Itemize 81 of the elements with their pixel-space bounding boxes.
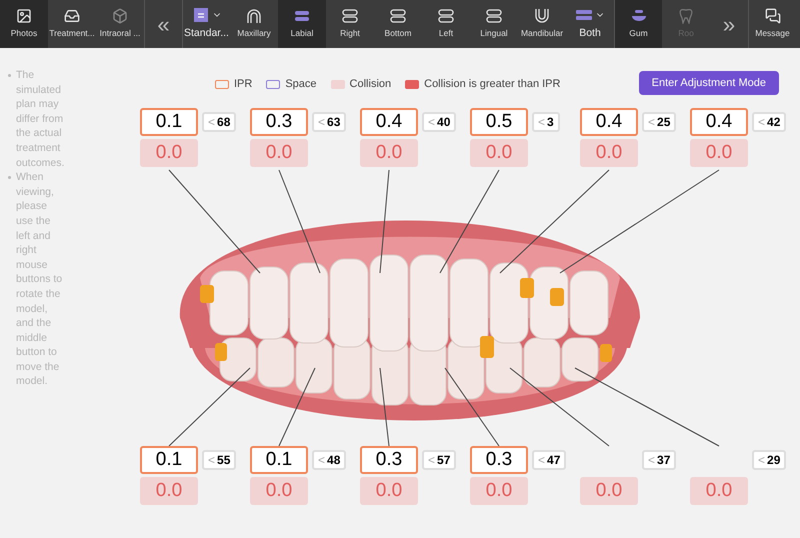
legend-label: Space — [285, 77, 317, 92]
tooth-number: 47 — [547, 452, 560, 469]
ipr-value: 0.1 — [140, 446, 198, 474]
tooth-icon — [677, 8, 695, 24]
less-than-sign: < — [648, 452, 656, 469]
tooth-number: 42 — [767, 114, 780, 131]
less-than-sign: < — [538, 114, 546, 131]
chat-icon — [764, 8, 780, 24]
toolbar-button[interactable]: Intraoral ... — [96, 0, 144, 48]
tooth-number: 57 — [437, 452, 450, 469]
ipr-value: 0.3 — [470, 446, 528, 474]
ipr-value: 0.4 — [580, 108, 638, 136]
tray-icon — [64, 8, 80, 24]
legend-label: IPR — [234, 77, 252, 92]
less-than-sign: < — [758, 114, 766, 131]
collision-value: 0.0 — [470, 477, 528, 505]
less-than-sign: < — [538, 452, 546, 469]
less-than-sign: < — [428, 114, 436, 131]
collision-value: 0.0 — [140, 139, 198, 167]
tooth-number: 3 — [547, 114, 554, 131]
toolbar-button[interactable]: Mandibular — [518, 0, 566, 48]
collapse-toggle[interactable]: » — [710, 0, 748, 48]
toolbar-button[interactable]: Left — [422, 0, 470, 48]
toolbar-button[interactable]: Photos — [0, 0, 48, 48]
ipr-value: 0.1 — [250, 446, 308, 474]
tooth-number: 48 — [327, 452, 340, 469]
tooth-number: 68 — [217, 114, 230, 131]
oval-pair-icon — [485, 8, 503, 24]
tooth-number: 25 — [657, 114, 670, 131]
collision-value: 0.0 — [580, 477, 638, 505]
ipr-value: 0.4 — [360, 108, 418, 136]
legend-label: Collision — [350, 77, 392, 92]
collision-value: 0.0 — [250, 139, 308, 167]
tooth-number: 29 — [767, 452, 780, 469]
photo-icon — [16, 8, 32, 24]
less-than-sign: < — [208, 452, 216, 469]
ipr-value: 0.3 — [360, 446, 418, 474]
collision-value: 0.0 — [360, 477, 418, 505]
u-arch-icon — [533, 8, 551, 24]
cube-icon — [112, 8, 128, 24]
ipr-value: 0.3 — [250, 108, 308, 136]
less-than-sign: < — [318, 452, 326, 469]
toolbar-button[interactable]: Treatment... — [48, 0, 96, 48]
enter-adjustment-mode-button[interactable]: Enter Adjustment Mode — [638, 71, 779, 95]
tooth-number: 37 — [657, 452, 670, 469]
less-than-sign: < — [318, 114, 326, 131]
tooth-number: 63 — [327, 114, 340, 131]
legend-label: Collision is greater than IPR — [424, 77, 560, 92]
toolbar-button[interactable]: Maxillary — [230, 0, 278, 48]
less-than-sign: < — [208, 114, 216, 131]
toolbar-button[interactable]: Bottom — [374, 0, 422, 48]
oval-pair-icon — [437, 8, 455, 24]
oval-pair-icon — [389, 8, 407, 24]
less-than-sign: < — [428, 452, 436, 469]
toolbar-button[interactable]: Standar... — [182, 0, 230, 48]
toolbar-button[interactable]: Labial — [278, 0, 326, 48]
less-than-sign: < — [648, 114, 656, 131]
arch-icon — [245, 8, 263, 24]
tooth-number: 40 — [437, 114, 450, 131]
collision-value: 0.0 — [580, 139, 638, 167]
ipr-value: 0.4 — [690, 108, 748, 136]
collision-value: 0.0 — [470, 139, 528, 167]
collapse-toggle[interactable]: « — [144, 0, 182, 48]
collision-value: 0.0 — [140, 477, 198, 505]
oval-pair-icon — [341, 8, 359, 24]
list-square-icon — [192, 6, 210, 23]
collision-value: 0.0 — [690, 477, 748, 505]
collision-value: 0.0 — [360, 139, 418, 167]
collision-value: 0.0 — [690, 139, 748, 167]
toolbar-button[interactable]: Gum — [614, 0, 662, 48]
collision-value: 0.0 — [250, 477, 308, 505]
toolbar-button[interactable]: Right — [326, 0, 374, 48]
toolbar-button[interactable]: Lingual — [470, 0, 518, 48]
ipr-value: 0.1 — [140, 108, 198, 136]
note-text: The simulated plan may differ from the actual treatment outcomes. — [16, 68, 64, 170]
toolbar-button[interactable]: Message — [748, 0, 796, 48]
less-than-sign: < — [758, 452, 766, 469]
toolbar-button[interactable]: Both — [566, 0, 614, 48]
note-text: When viewing, please use the left and right mouse buttons to rotate the model, and the middle button to move the model. — [16, 170, 64, 390]
ipr-value: 0.5 — [470, 108, 528, 136]
tooth-number: 55 — [217, 452, 230, 469]
